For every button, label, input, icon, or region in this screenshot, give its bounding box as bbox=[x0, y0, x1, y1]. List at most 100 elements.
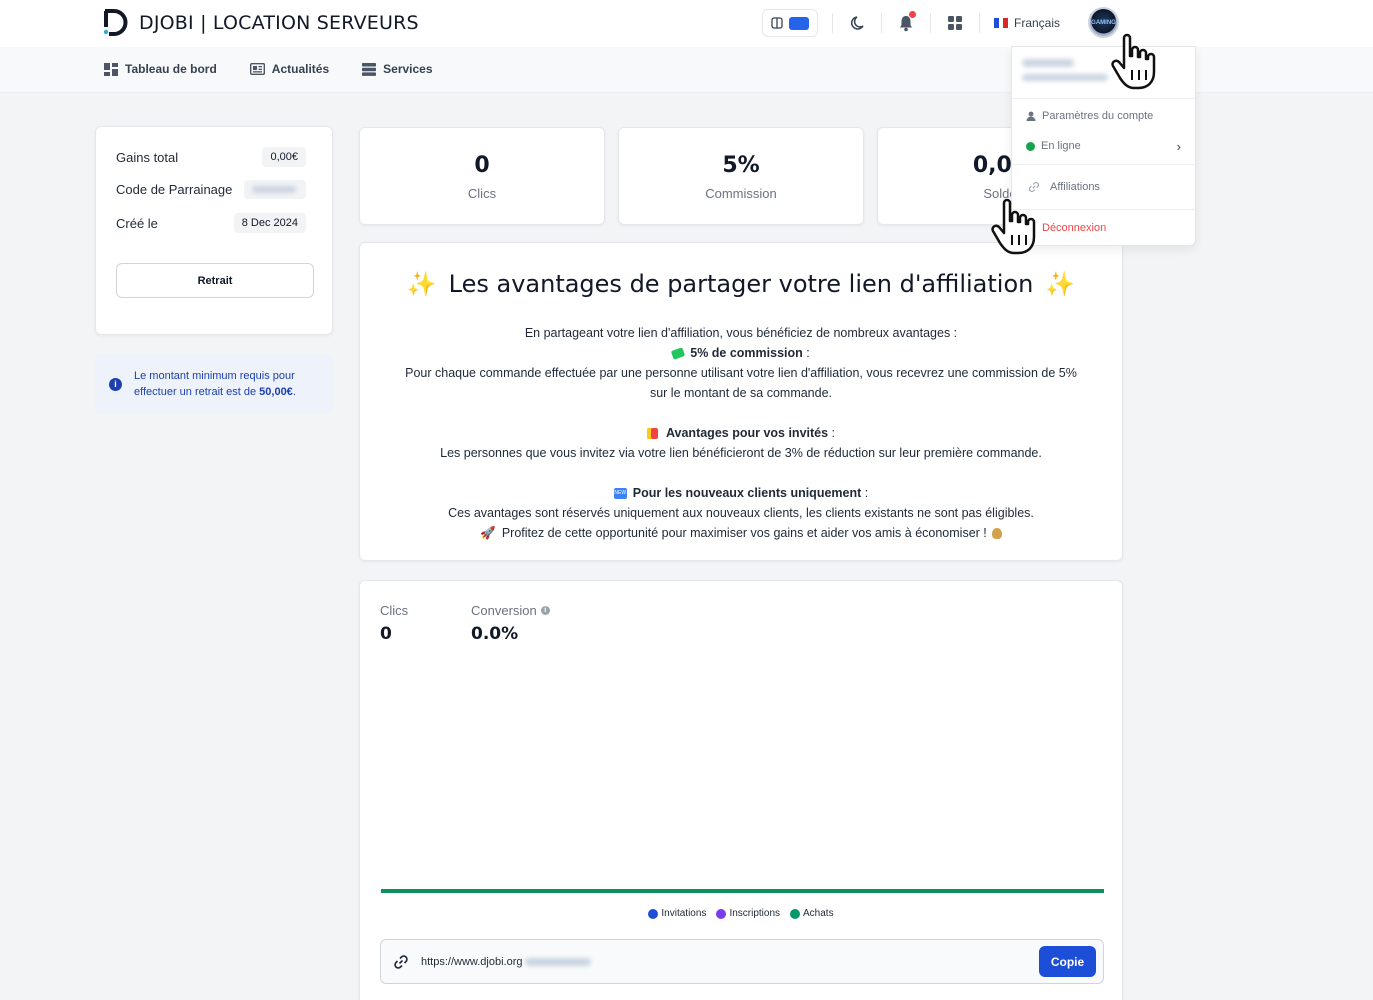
dropdown-user-info bbox=[1022, 57, 1108, 81]
new-icon: NEW bbox=[613, 488, 627, 500]
advantages-intro: En partageant votre lien d'affiliation, … bbox=[524, 326, 958, 340]
legend-label: Achats bbox=[803, 908, 834, 919]
notice-amount: 50,00€ bbox=[259, 386, 293, 398]
new-clients-text: Ces avantages sont réservés uniquement a… bbox=[448, 506, 1034, 520]
server-icon bbox=[362, 62, 377, 76]
legend-item-inscriptions[interactable]: Inscriptions bbox=[716, 908, 780, 919]
advantages-title-row: ✨ Les avantages de partager votre lien d… bbox=[360, 270, 1122, 298]
new-clients-heading: Pour les nouveaux clients uniquement bbox=[632, 486, 862, 500]
legend-dot bbox=[790, 908, 801, 919]
legend-dot bbox=[716, 908, 727, 919]
notice-text: Le montant minimum requis pour effectuer… bbox=[134, 368, 333, 400]
divider bbox=[1012, 98, 1195, 99]
earnings-card: Gains total 0,00€ Code de Parrainage Cré… bbox=[95, 126, 333, 335]
advantages-title: Les avantages de partager votre lien d'a… bbox=[448, 270, 1034, 298]
total-earnings-row: Gains total 0,00€ bbox=[116, 147, 306, 167]
legend-item-achats[interactable]: Achats bbox=[790, 908, 834, 919]
moon-icon bbox=[850, 16, 864, 30]
nav-item-dashboard[interactable]: Tableau de bord bbox=[104, 62, 217, 76]
stat-value: 0 bbox=[474, 153, 490, 178]
referral-code-label: Code de Parrainage bbox=[116, 182, 233, 197]
divider bbox=[1012, 164, 1195, 165]
dark-mode-button[interactable] bbox=[847, 13, 867, 33]
divider bbox=[930, 13, 931, 33]
theme-toggle[interactable] bbox=[762, 9, 818, 37]
affiliations-label: Affiliations bbox=[1050, 181, 1100, 193]
affiliate-link-field[interactable]: https://www.djobi.org Copie bbox=[380, 939, 1104, 984]
info-icon[interactable]: i bbox=[540, 606, 550, 615]
divider bbox=[832, 13, 833, 33]
metric-conversion-label-row: Conversion i bbox=[471, 603, 550, 618]
created-date-label: Créé le bbox=[116, 215, 158, 231]
affiliations-item[interactable]: Affiliations bbox=[1028, 181, 1181, 193]
referral-code-row: Code de Parrainage bbox=[116, 180, 306, 199]
logout-item[interactable]: Déconnexion bbox=[1042, 222, 1181, 234]
dashboard-icon bbox=[104, 62, 118, 76]
commission-text-1: Pour chaque commande effectuée par une p… bbox=[405, 366, 1077, 380]
commission-text-2: sur le montant de sa commande. bbox=[649, 386, 833, 400]
user-icon bbox=[1026, 111, 1036, 121]
stat-value: 5% bbox=[722, 153, 760, 178]
status-item[interactable]: En ligne › bbox=[1026, 138, 1181, 154]
copy-button[interactable]: Copie bbox=[1039, 946, 1096, 977]
metric-conversion-label: Conversion bbox=[471, 603, 537, 618]
stat-card-commission: 5% Commission bbox=[618, 127, 864, 225]
rocket-icon: 🚀 bbox=[480, 526, 496, 540]
nav-item-news[interactable]: Actualités bbox=[249, 62, 330, 76]
metric-conversion-value: 0.0% bbox=[471, 624, 519, 644]
france-flag-icon bbox=[994, 18, 1009, 28]
nav-item-label: Tableau de bord bbox=[125, 62, 217, 76]
stat-label: Commission bbox=[705, 186, 777, 201]
status-label: En ligne bbox=[1041, 140, 1081, 152]
metric-conversion: Conversion i 0.0% bbox=[471, 603, 550, 644]
hand-cursor-icon bbox=[1111, 33, 1156, 90]
divider bbox=[979, 13, 980, 33]
user-name bbox=[1022, 59, 1074, 67]
stat-card-clicks: 0 Clics bbox=[359, 127, 605, 225]
language-selector[interactable]: Français bbox=[994, 16, 1060, 30]
notifications-button[interactable] bbox=[896, 11, 916, 33]
created-date-value: 8 Dec 2024 bbox=[233, 213, 306, 233]
total-earnings-label: Gains total bbox=[116, 149, 179, 165]
user-email bbox=[1022, 74, 1108, 81]
chevron-right-icon: › bbox=[1176, 138, 1181, 154]
colon: : bbox=[828, 426, 836, 440]
sparkles-icon: ✨ bbox=[1045, 270, 1076, 298]
apps-button[interactable] bbox=[945, 13, 965, 33]
legend-item-invitations[interactable]: Invitations bbox=[648, 908, 706, 919]
hand-cursor-icon bbox=[991, 198, 1036, 255]
grid-icon bbox=[948, 16, 962, 30]
legend-label: Inscriptions bbox=[729, 908, 781, 919]
referral-code-value[interactable] bbox=[244, 180, 306, 199]
affiliate-stats-card: Clics 0 Conversion i 0.0% Invitations Ins… bbox=[359, 580, 1123, 1000]
brand[interactable]: DJOBI | LOCATION SERVEURS bbox=[102, 9, 419, 36]
commission-heading-row: 5% de commission : bbox=[360, 343, 1122, 363]
affiliate-link-code bbox=[524, 957, 591, 966]
account-settings-item[interactable]: Paramètres du compte bbox=[1026, 110, 1181, 122]
brand-title: DJOBI | LOCATION SERVEURS bbox=[139, 11, 419, 34]
commission-heading: 5% de commission bbox=[690, 346, 803, 360]
colon: : bbox=[861, 486, 869, 500]
gift-icon bbox=[646, 428, 658, 440]
toggle-pill bbox=[789, 16, 809, 30]
total-earnings-value: 0,00€ bbox=[262, 147, 306, 167]
stat-label: Clics bbox=[467, 186, 497, 201]
metric-clicks-value: 0 bbox=[380, 624, 392, 644]
invites-heading-row: Avantages pour vos invités : bbox=[360, 423, 1122, 443]
withdraw-minimum-notice: i Le montant minimum requis pour effectu… bbox=[95, 354, 333, 414]
legend-dot bbox=[648, 908, 659, 919]
invites-heading: Avantages pour vos invités bbox=[665, 426, 829, 440]
theme-toggle-icon bbox=[771, 17, 783, 29]
brand-logo-icon bbox=[103, 9, 128, 36]
link-icon bbox=[394, 954, 408, 969]
nav-item-services[interactable]: Services bbox=[362, 62, 433, 76]
nav-item-label: Actualités bbox=[271, 62, 330, 76]
advantages-body: En partageant votre lien d'affiliation, … bbox=[360, 323, 1122, 543]
link-icon bbox=[1029, 182, 1039, 192]
affiliate-link-url: https://www.djobi.org bbox=[421, 955, 523, 968]
withdraw-button[interactable]: Retrait bbox=[116, 263, 314, 298]
online-status-dot bbox=[1026, 141, 1035, 151]
news-icon bbox=[249, 63, 265, 75]
invites-text: Les personnes que vous invitez via votre… bbox=[440, 446, 1042, 460]
metric-clicks-label: Clics bbox=[380, 603, 409, 618]
